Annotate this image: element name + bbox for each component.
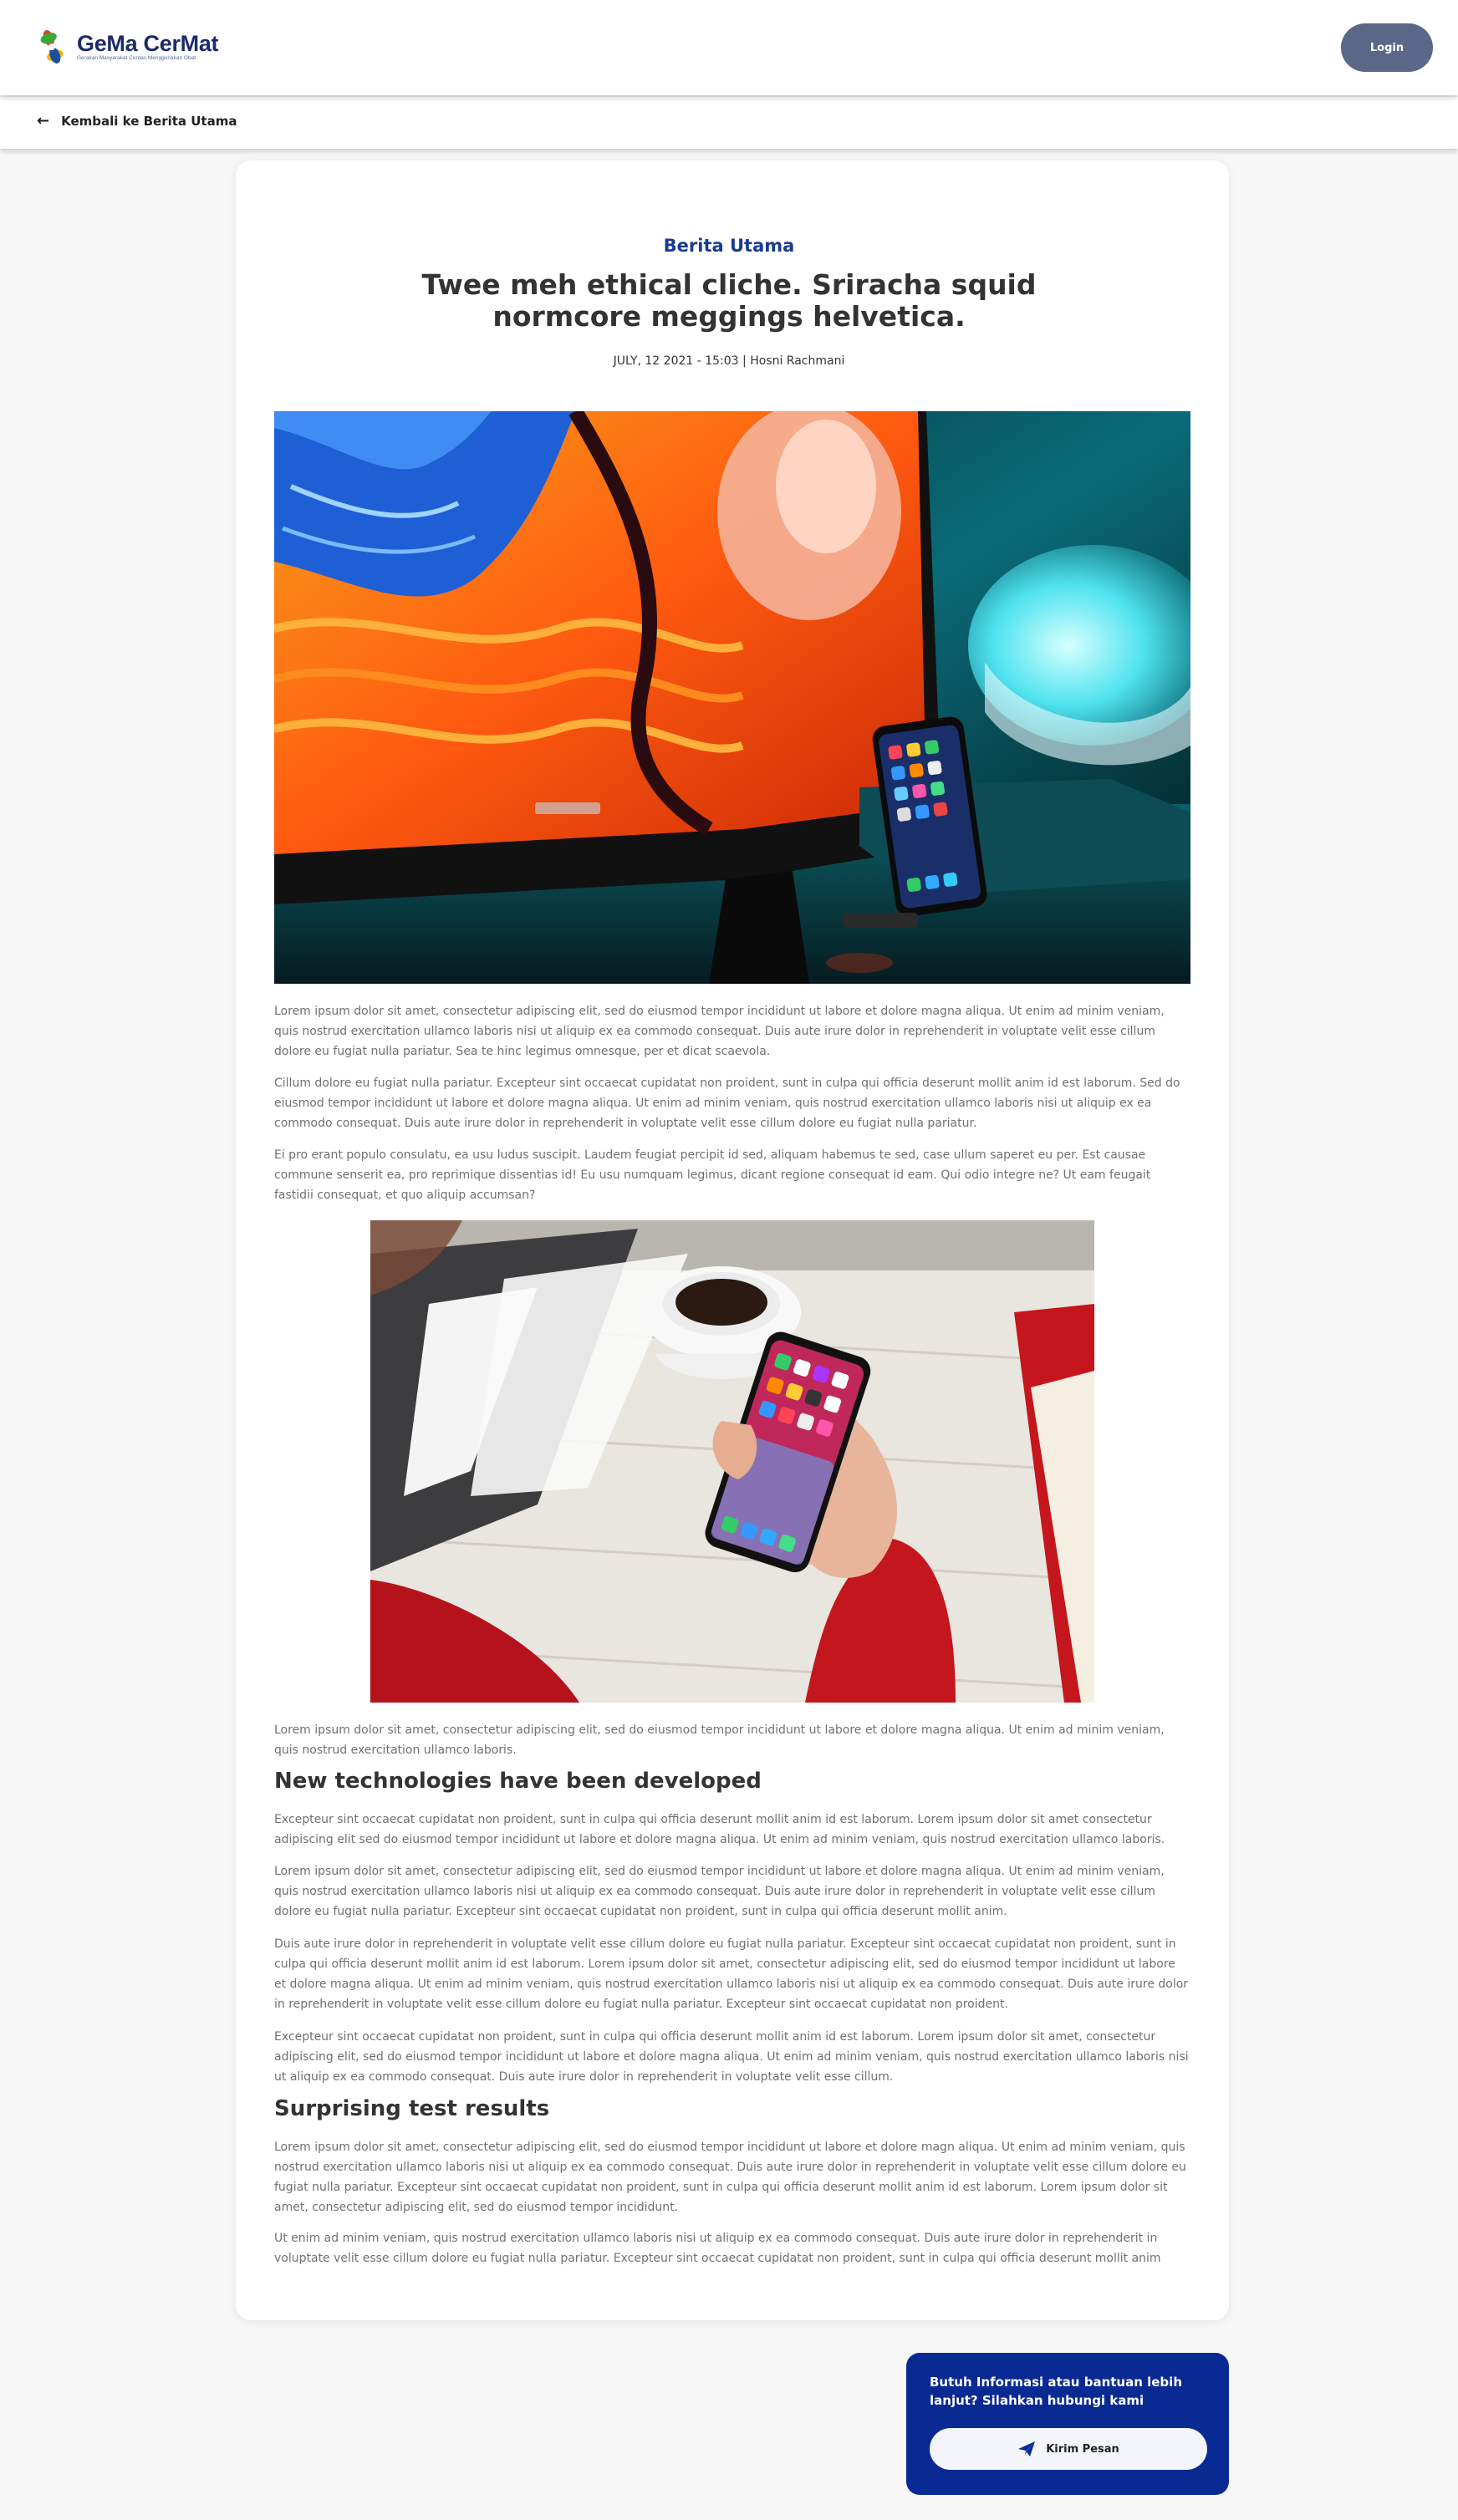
back-link[interactable]: ← Kembali ke Berita Utama	[37, 112, 237, 130]
article-category: Berita Utama	[663, 236, 795, 256]
contact-text: Butuh Informasi atau bantuan lebih lanju…	[930, 2375, 1182, 2408]
article-paragraph: Ei pro erant populo consulatu, ea usu lu…	[274, 1148, 1151, 1202]
article-meta: JULY, 12 2021 - 15:03 | Hosni Rachmani	[613, 354, 845, 368]
login-button[interactable]: Login	[1341, 23, 1433, 72]
article-paragraph: Ut enim ad minim veniam, quis nostrud ex…	[274, 2232, 1161, 2265]
logo-tagline: Gerakan Masyarakat Cerdas Menggunakan Ob…	[77, 55, 196, 61]
paper-plane-icon	[1017, 2441, 1036, 2457]
back-bar: ← Kembali ke Berita Utama	[0, 97, 1458, 149]
top-navbar: GeMa CerMat Gerakan Masyarakat Cerdas Me…	[0, 0, 1458, 95]
arrow-left-icon: ←	[37, 112, 50, 130]
send-message-button[interactable]: Kirim Pesan	[930, 2428, 1207, 2470]
section-heading: New technologies have been developed	[274, 1769, 762, 1794]
article-paragraph: Lorem ipsum dolor sit amet, consectetur …	[274, 1723, 1165, 1757]
send-message-label: Kirim Pesan	[1046, 2442, 1119, 2456]
hero-image	[274, 411, 1190, 984]
article-image	[370, 1220, 1094, 1703]
contact-box: Butuh Informasi atau bantuan lebih lanju…	[906, 2353, 1229, 2495]
article-paragraph: Lorem ipsum dolor sit amet, consectetur …	[274, 2141, 1186, 2214]
article-paragraph: Duis aute irure dolor in reprehenderit i…	[274, 1937, 1189, 2011]
section-heading: Surprising test results	[274, 2096, 550, 2121]
article-paragraph: Lorem ipsum dolor sit amet, consectetur …	[274, 1865, 1165, 1918]
article-paragraph: Lorem ipsum dolor sit amet, consectetur …	[274, 1005, 1165, 1058]
article-title: Twee meh ethical cliche. Sriracha squid …	[421, 268, 1037, 333]
article-paragraph: Cillum dolore eu fugiat nulla pariatur. …	[274, 1077, 1180, 1130]
back-link-label: Kembali ke Berita Utama	[61, 114, 237, 129]
logo-text: GeMa CerMat Gerakan Masyarakat Cerdas Me…	[77, 31, 219, 62]
logo-name: GeMa CerMat	[77, 31, 219, 56]
logo-flower-icon	[33, 28, 70, 65]
article-paragraph: Excepteur sint occaecat cupidatat non pr…	[274, 1813, 1165, 1846]
logo[interactable]: GeMa CerMat Gerakan Masyarakat Cerdas Me…	[33, 28, 219, 65]
article-paragraph: Excepteur sint occaecat cupidatat non pr…	[274, 2030, 1189, 2084]
